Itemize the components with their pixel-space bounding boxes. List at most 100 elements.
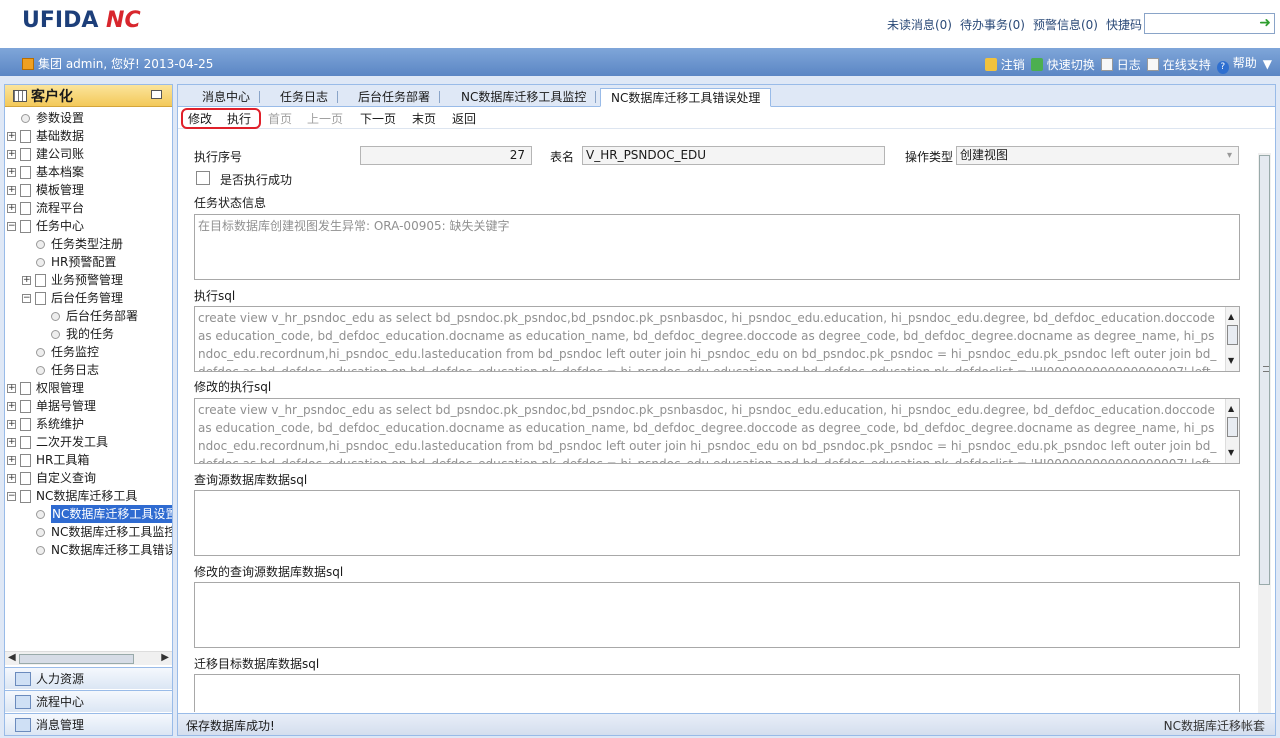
tree-node[interactable]: − 任务中心 (7, 217, 84, 235)
tree-node[interactable]: 我的任务 (51, 325, 114, 343)
online-support-link[interactable]: 在线支持 (1146, 56, 1211, 73)
modified-exec-sql-textarea[interactable]: create view v_hr_psndoc_edu as select bd… (194, 398, 1240, 464)
scroll-thumb[interactable] (19, 654, 134, 664)
tree-node[interactable]: + 流程平台 (7, 199, 84, 217)
scroll-up-icon[interactable]: ▲ (1228, 400, 1234, 418)
modified-source-query-sql-textarea[interactable] (194, 582, 1240, 648)
expand-icon[interactable]: + (7, 131, 16, 141)
success-checkbox[interactable] (196, 171, 210, 185)
expand-icon[interactable]: + (7, 437, 16, 447)
tree-node[interactable]: NC数据库迁移工具错误处理 (36, 541, 172, 559)
back-button[interactable]: 返回 (452, 110, 476, 127)
scroll-right-icon[interactable]: ▶ (161, 652, 169, 663)
tree-node[interactable]: + 基础数据 (7, 127, 84, 145)
tree-node[interactable]: HR预警配置 (36, 253, 116, 271)
target-sql-textarea[interactable] (194, 674, 1240, 712)
execute-button[interactable]: 执行 (227, 110, 251, 127)
tree-node-label: 我的任务 (66, 327, 115, 341)
tree-node[interactable]: − 后台任务管理 (22, 289, 123, 307)
scroll-up-icon[interactable]: ▲ (1228, 308, 1234, 326)
tree-node[interactable]: 后台任务部署 (51, 307, 138, 325)
seq-field[interactable]: 27 (360, 146, 532, 165)
exec-sql-textarea[interactable]: create view v_hr_psndoc_edu as select bd… (194, 306, 1240, 372)
collapse-icon[interactable]: − (7, 221, 16, 231)
tree-node[interactable]: 任务监控 (36, 343, 99, 361)
module-hr[interactable]: 人力资源 (5, 667, 172, 689)
tree-node[interactable]: + 自定义查询 (7, 469, 96, 487)
expand-icon[interactable]: + (7, 455, 16, 465)
expand-icon[interactable]: + (7, 401, 16, 411)
expand-icon[interactable]: + (7, 167, 16, 177)
source-query-sql-label: 查询源数据库数据sql (194, 473, 308, 487)
table-name-field[interactable]: V_HR_PSNDOC_EDU (582, 146, 885, 165)
tree-node[interactable]: + 二次开发工具 (7, 433, 108, 451)
scroll-down-icon[interactable]: ▼ (1228, 352, 1234, 370)
form-vertical-scrollbar[interactable] (1258, 153, 1271, 713)
tree-horizontal-scrollbar[interactable]: ◀ ▶ (5, 651, 172, 665)
tree-node[interactable]: + 业务预警管理 (22, 271, 123, 289)
next-page-button[interactable]: 下一页 (360, 110, 396, 127)
tab-migration-error[interactable]: NC数据库迁移工具错误处理 (600, 88, 772, 107)
leaf-node-icon (36, 347, 45, 357)
quick-code-input[interactable] (1145, 14, 1253, 33)
scroll-thumb[interactable] (1227, 417, 1238, 437)
exec-sql-scrollbar[interactable]: ▲ ▼ (1225, 307, 1239, 371)
expand-icon[interactable]: + (7, 419, 16, 429)
expand-icon[interactable]: + (7, 149, 16, 159)
folder-page-icon (20, 399, 31, 413)
tree-node-label: 业务预警管理 (51, 273, 124, 287)
help-link[interactable]: ? 帮助 (1216, 54, 1257, 74)
tree-node[interactable]: − NC数据库迁移工具 (7, 487, 137, 505)
arrow-right-icon[interactable]: ➜ (1259, 15, 1271, 31)
unread-messages-link[interactable]: 未读消息(0) (887, 16, 952, 33)
module-workflow[interactable]: 流程中心 (5, 690, 172, 712)
tree-node[interactable]: + HR工具箱 (7, 451, 89, 469)
tree-node[interactable]: + 权限管理 (7, 379, 84, 397)
last-page-button[interactable]: 末页 (412, 110, 436, 127)
expand-icon[interactable]: + (7, 473, 16, 483)
tree-node[interactable]: 任务日志 (36, 361, 99, 379)
modify-button[interactable]: 修改 (188, 110, 212, 127)
tab-migration-monitor[interactable]: NC数据库迁移工具监控 (451, 88, 597, 107)
tab-task-log[interactable]: 任务日志 (270, 88, 339, 107)
status-info-textarea[interactable]: 在目标数据库创建视图发生异常: ORA-00905: 缺失关键字 (194, 214, 1240, 280)
expand-icon[interactable]: + (7, 383, 16, 393)
expand-icon[interactable]: + (22, 275, 31, 285)
tree-node[interactable]: + 基本档案 (7, 163, 84, 181)
quick-code-label: 快捷码 (1105, 18, 1142, 32)
alerts-link[interactable]: 预警信息(0) (1033, 16, 1098, 33)
modified-sql-scrollbar[interactable]: ▲ ▼ (1225, 399, 1239, 463)
tree-node[interactable]: 参数设置 (21, 109, 84, 127)
source-query-sql-textarea[interactable] (194, 490, 1240, 556)
scroll-down-icon[interactable]: ▼ (1228, 444, 1234, 462)
log-link[interactable]: 日志 (1100, 56, 1141, 73)
tree-node[interactable]: NC数据库迁移工具设置 (36, 505, 172, 523)
tree-node[interactable]: + 模板管理 (7, 181, 84, 199)
user-bar: 集团 admin, 您好! 2013-04-25 注销 快速切换 日志 在线支持… (0, 48, 1280, 76)
tree-node[interactable]: + 系统维护 (7, 415, 84, 433)
expand-icon[interactable]: + (7, 203, 16, 213)
tab-message-center[interactable]: 消息中心 (192, 88, 261, 107)
collapse-icon[interactable]: − (22, 293, 31, 303)
operation-type-select[interactable]: 创建视图 (956, 146, 1239, 165)
logout-link[interactable]: 注销 (984, 56, 1025, 73)
tree-node[interactable]: + 建公司账 (7, 145, 84, 163)
collapse-icon[interactable]: − (7, 491, 16, 501)
dropdown-arrow-icon[interactable]: ▼ (1263, 57, 1272, 71)
module-messages[interactable]: 消息管理 (5, 713, 172, 735)
tree-node[interactable]: NC数据库迁移工具监控 (36, 523, 172, 541)
todo-link[interactable]: 待办事务(0) (960, 16, 1025, 33)
tab-bar: 消息中心 任务日志 后台任务部署 NC数据库迁移工具监控 NC数据库迁移工具错误… (178, 85, 1275, 107)
first-page-button[interactable]: 首页 (268, 110, 292, 127)
expand-icon[interactable]: + (7, 185, 16, 195)
scroll-left-icon[interactable]: ◀ (8, 652, 16, 663)
scroll-thumb[interactable] (1227, 325, 1238, 345)
toolbar: 修改 执行 首页 上一页 下一页 末页 返回 (178, 107, 1275, 129)
tab-background-deploy[interactable]: 后台任务部署 (348, 88, 441, 107)
quick-switch-link[interactable]: 快速切换 (1030, 56, 1095, 73)
tree-node[interactable]: + 单据号管理 (7, 397, 96, 415)
prev-page-button[interactable]: 上一页 (307, 110, 343, 127)
scroll-thumb[interactable] (1259, 155, 1270, 585)
tree-node[interactable]: 任务类型注册 (36, 235, 123, 253)
collapse-panel-icon[interactable] (151, 90, 162, 99)
